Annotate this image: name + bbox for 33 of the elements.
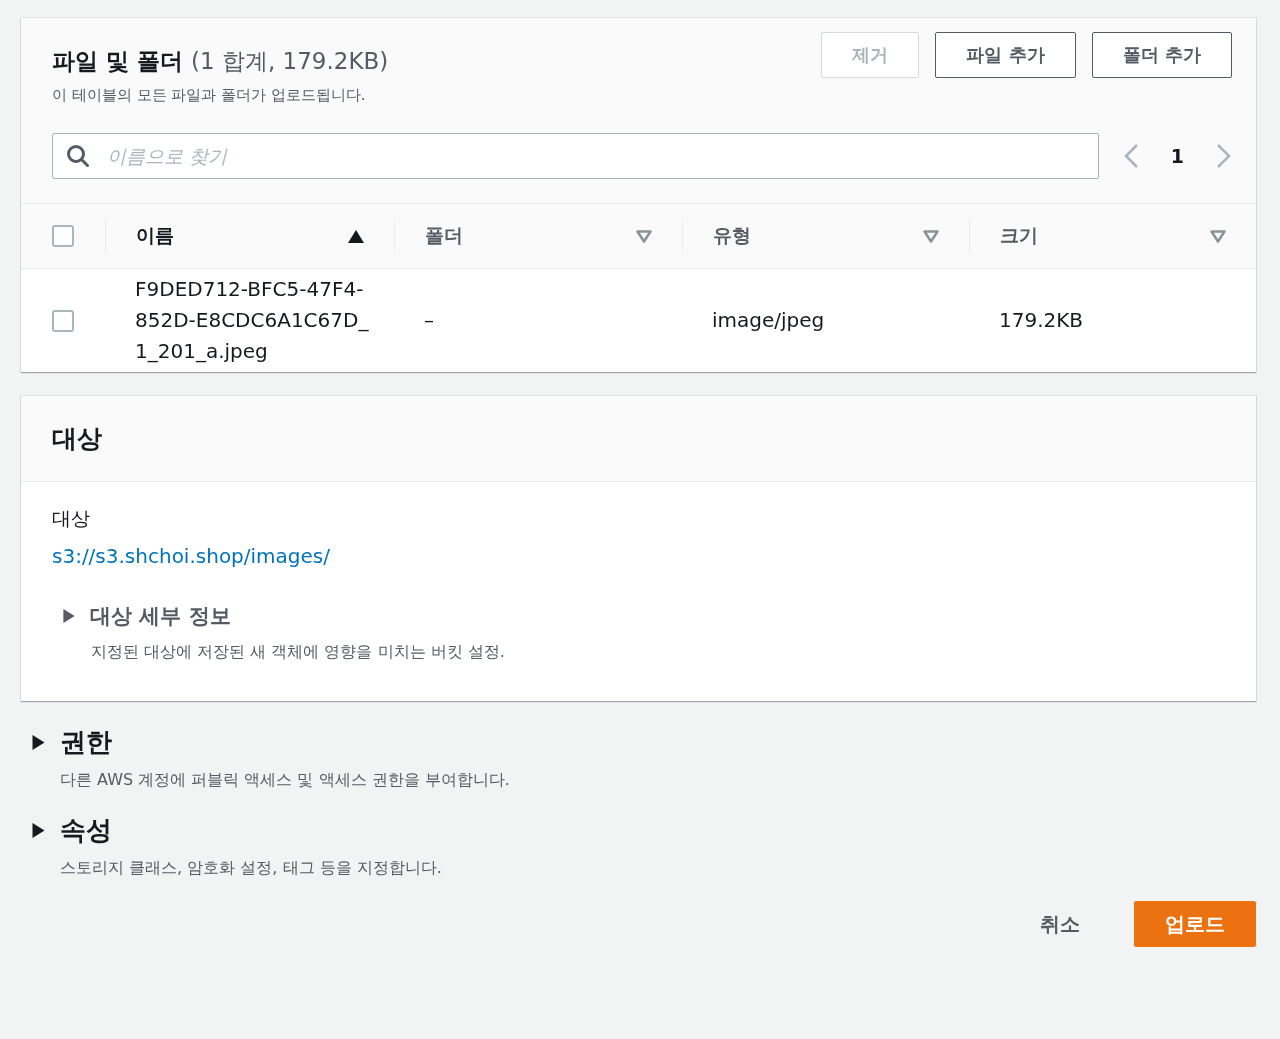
table-cell-text: F9DED712-BFC5-47F4-852D-E8CDC6A1C67D_1_201_a.jpeg: [134, 276, 370, 365]
section-description: 스토리지 클래스, 암호화 설정, 태그 등을 지정합니다.: [60, 858, 443, 879]
sort-icon[interactable]: [923, 229, 939, 243]
column-header[interactable]: 유형: [713, 223, 751, 249]
sort-icon[interactable]: [1210, 229, 1226, 243]
expand-toggle[interactable]: 대상 세부 정보: [62, 602, 231, 630]
table-cell-text: –: [423, 307, 435, 334]
panel-title: 파일 및 폴더 (1 합계, 179.2KB): [52, 47, 389, 76]
column-header[interactable]: 크기: [1000, 223, 1038, 249]
cancel-button[interactable]: 취소: [1034, 909, 1086, 939]
destination-link[interactable]: s3://s3.shchoi.shop/images/: [52, 544, 330, 568]
next-page-icon[interactable]: [1216, 143, 1232, 169]
section-description: 다른 AWS 계정에 퍼블릭 액세스 및 액세스 권한을 부여합니다.: [60, 770, 511, 791]
previous-page-icon[interactable]: [1122, 143, 1139, 169]
panel-title: 대상: [52, 423, 103, 455]
table-cell-text: 179.2KB: [998, 307, 1085, 334]
section-description: 지정된 대상에 저장된 새 객체에 영향을 미치는 버킷 설정.: [91, 642, 506, 663]
search-icon: [66, 144, 90, 168]
sort-ascending-icon[interactable]: [348, 229, 364, 243]
page-number[interactable]: 1: [1164, 144, 1190, 168]
panel-description: 이 테이블의 모든 파일과 폴더가 업로드됩니다.: [52, 86, 367, 105]
field-label: 대상: [52, 506, 91, 531]
select-all-checkbox[interactable]: [52, 225, 74, 247]
expand-toggle[interactable]: 권한: [31, 725, 112, 760]
table-cell-text: image/jpeg: [711, 307, 826, 334]
action-button[interactable]: 파일 추가: [935, 32, 1076, 78]
action-button[interactable]: 폴더 추가: [1091, 32, 1232, 78]
column-header[interactable]: 폴더: [425, 223, 463, 249]
row-checkbox[interactable]: [52, 309, 74, 332]
sort-icon[interactable]: [636, 229, 652, 243]
search-field[interactable]: 이름으로 찾기: [52, 133, 1099, 179]
expand-toggle[interactable]: 속성: [31, 813, 112, 848]
column-header[interactable]: 이름: [136, 223, 174, 249]
